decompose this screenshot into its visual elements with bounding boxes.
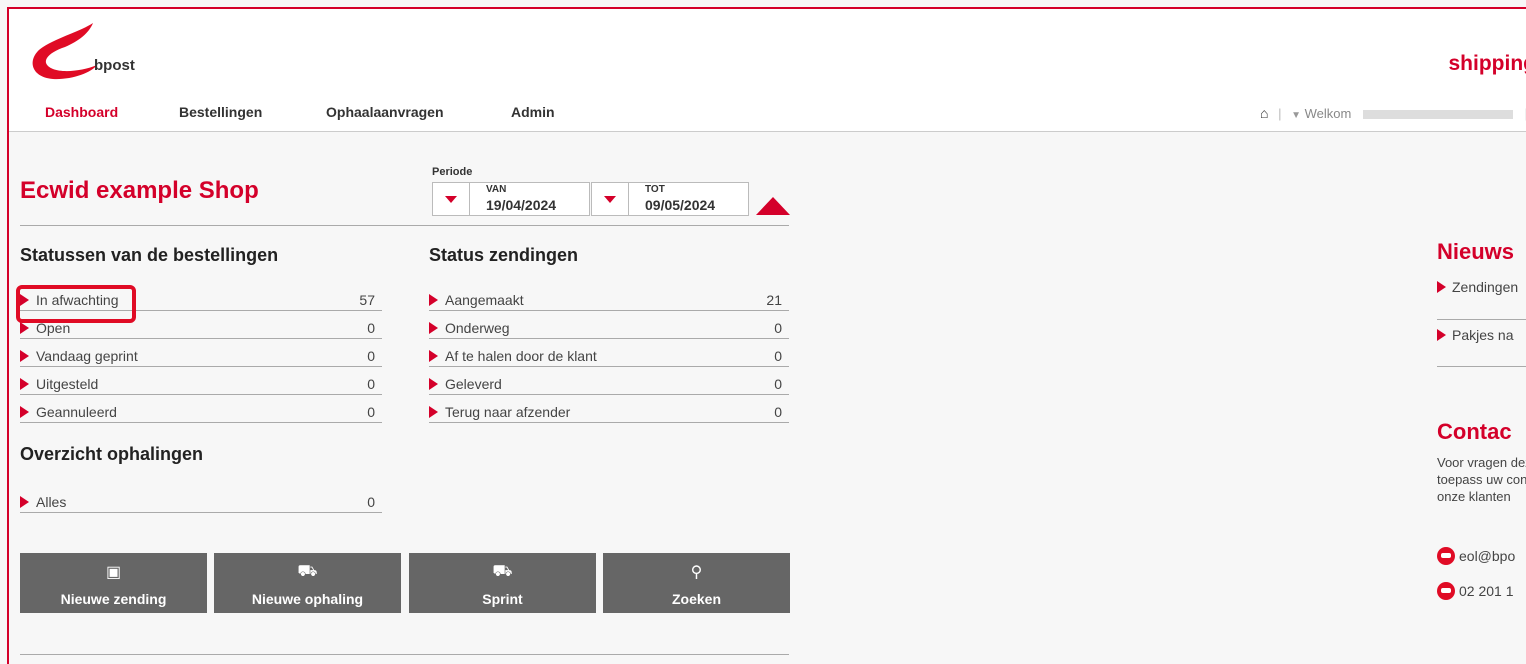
truck-icon: ⛟ [297, 563, 318, 580]
nav-bestellingen[interactable]: Bestellingen [179, 104, 262, 120]
page-frame: bpost shipping Dashboard Bestellingen Op… [7, 7, 1526, 664]
triangle-right-icon [20, 496, 29, 508]
contact-title: Contac [1437, 419, 1512, 444]
row-count: 0 [774, 404, 782, 420]
welcome-label[interactable]: Welkom [1305, 106, 1352, 121]
collapse-up-icon[interactable] [756, 197, 790, 215]
row-label: Geannuleerd [36, 404, 117, 420]
news-link-pakjes[interactable]: Pakjes na [1437, 327, 1513, 343]
row-count: 57 [359, 292, 375, 308]
row-count: 0 [367, 494, 375, 510]
row-label: Aangemaakt [445, 292, 524, 308]
order-status-row-vandaag-geprint[interactable]: Vandaag geprint 0 [20, 345, 382, 367]
date-from-label: VAN [486, 184, 507, 195]
shipment-status-title: Status zendingen [429, 245, 579, 265]
shipment-status-row-aangemaakt[interactable]: Aangemaakt 21 [429, 289, 789, 311]
email-icon [1437, 547, 1455, 565]
divider [20, 654, 789, 655]
shop-title: Ecwid example Shop [20, 177, 259, 204]
divider [20, 225, 789, 226]
shipment-status-row-terug[interactable]: Terug naar afzender 0 [429, 401, 789, 423]
row-count: 0 [367, 320, 375, 336]
row-label: Alles [36, 494, 67, 510]
row-count: 0 [774, 320, 782, 336]
order-status-row-geannuleerd[interactable]: Geannuleerd 0 [20, 401, 382, 423]
date-from-value: 19/04/2024 [486, 197, 557, 213]
row-label: Onderweg [445, 320, 510, 336]
row-label: Vandaag geprint [36, 348, 138, 364]
app-title: shipping [1448, 52, 1526, 75]
order-status-title: Statussen van de bestellingen [20, 245, 279, 265]
row-count: 0 [774, 376, 782, 392]
row-count: 0 [367, 348, 375, 364]
sprint-button[interactable]: ⛟ Sprint [409, 553, 596, 613]
chevron-down-icon[interactable] [592, 183, 629, 215]
nav-ophaalaanvragen[interactable]: Ophaalaanvragen [326, 104, 444, 120]
bpost-logo[interactable] [21, 17, 141, 87]
package-icon: ▣ [105, 564, 122, 581]
nav-dashboard[interactable]: Dashboard [45, 104, 118, 120]
button-label: Zoeken [671, 591, 721, 607]
triangle-right-icon [20, 350, 29, 362]
shipment-status-row-af-te-halen[interactable]: Af te halen door de klant 0 [429, 345, 789, 367]
header: bpost shipping Dashboard Bestellingen Op… [9, 9, 1526, 132]
triangle-right-icon [1437, 329, 1446, 341]
order-status-row-uitgesteld[interactable]: Uitgesteld 0 [20, 373, 382, 395]
highlight-box [16, 285, 136, 323]
new-pickup-button[interactable]: ⛟ Nieuwe ophaling [214, 553, 401, 613]
chevron-down-icon[interactable] [433, 183, 470, 215]
pickups-row-alles[interactable]: Alles 0 [20, 491, 382, 513]
news-link-zendingen[interactable]: Zendingen [1437, 279, 1518, 295]
search-button[interactable]: ⚲ Zoeken [603, 553, 790, 613]
row-count: 0 [367, 376, 375, 392]
contact-text: Voor vragen deze toepass uw contract, on… [1437, 455, 1526, 504]
row-count: 0 [367, 404, 375, 420]
new-shipment-button[interactable]: ▣ Nieuwe zending [20, 553, 207, 613]
user-bar: ⌂ | ▼ Welkom | [1260, 105, 1526, 125]
triangle-right-icon [429, 406, 438, 418]
email-text: eol@bpo [1459, 548, 1516, 564]
search-icon: ⚲ [690, 564, 703, 581]
triangle-right-icon [1437, 281, 1446, 293]
triangle-right-icon [429, 378, 438, 390]
row-label: Af te halen door de klant [445, 348, 597, 364]
nav-admin[interactable]: Admin [511, 104, 555, 120]
triangle-right-icon [429, 294, 438, 306]
row-count: 21 [766, 292, 782, 308]
news-link-label: Zendingen [1452, 279, 1519, 295]
date-to-value: 09/05/2024 [645, 197, 716, 213]
date-from-picker[interactable]: VAN 19/04/2024 [432, 182, 590, 216]
row-label: Geleverd [445, 376, 502, 392]
triangle-right-icon [20, 406, 29, 418]
news-link-label: Pakjes na [1452, 327, 1514, 343]
phone-icon [1437, 582, 1455, 600]
divider [1437, 319, 1526, 320]
user-email-redacted [1362, 110, 1513, 120]
shipment-status-row-onderweg[interactable]: Onderweg 0 [429, 317, 789, 339]
divider [1437, 366, 1526, 367]
logo-text: bpost [94, 57, 135, 74]
news-title: Nieuws [1437, 239, 1515, 264]
pickups-title: Overzicht ophalingen [20, 444, 204, 464]
triangle-right-icon [20, 322, 29, 334]
date-to-picker[interactable]: TOT 09/05/2024 [591, 182, 749, 216]
button-label: Nieuwe ophaling [251, 591, 364, 607]
triangle-right-icon [429, 350, 438, 362]
home-icon[interactable]: ⌂ [1260, 105, 1268, 121]
periode-label: Periode [432, 166, 473, 178]
triangle-right-icon [20, 378, 29, 390]
triangle-right-icon [429, 322, 438, 334]
shipment-status-row-geleverd[interactable]: Geleverd 0 [429, 373, 789, 395]
button-label: Sprint [482, 591, 523, 607]
phone-text: 02 201 1 [1459, 583, 1514, 599]
row-label: Uitgesteld [36, 376, 99, 392]
chevron-down-icon[interactable]: ▼ [1291, 110, 1301, 121]
button-label: Nieuwe zending [60, 591, 167, 607]
contact-email[interactable]: eol@bpo [1437, 547, 1515, 565]
delivery-icon: ⛟ [492, 563, 513, 580]
row-label: Terug naar afzender [445, 404, 571, 420]
row-count: 0 [774, 348, 782, 364]
contact-phone[interactable]: 02 201 1 [1437, 582, 1514, 600]
date-to-label: TOT [645, 184, 665, 195]
